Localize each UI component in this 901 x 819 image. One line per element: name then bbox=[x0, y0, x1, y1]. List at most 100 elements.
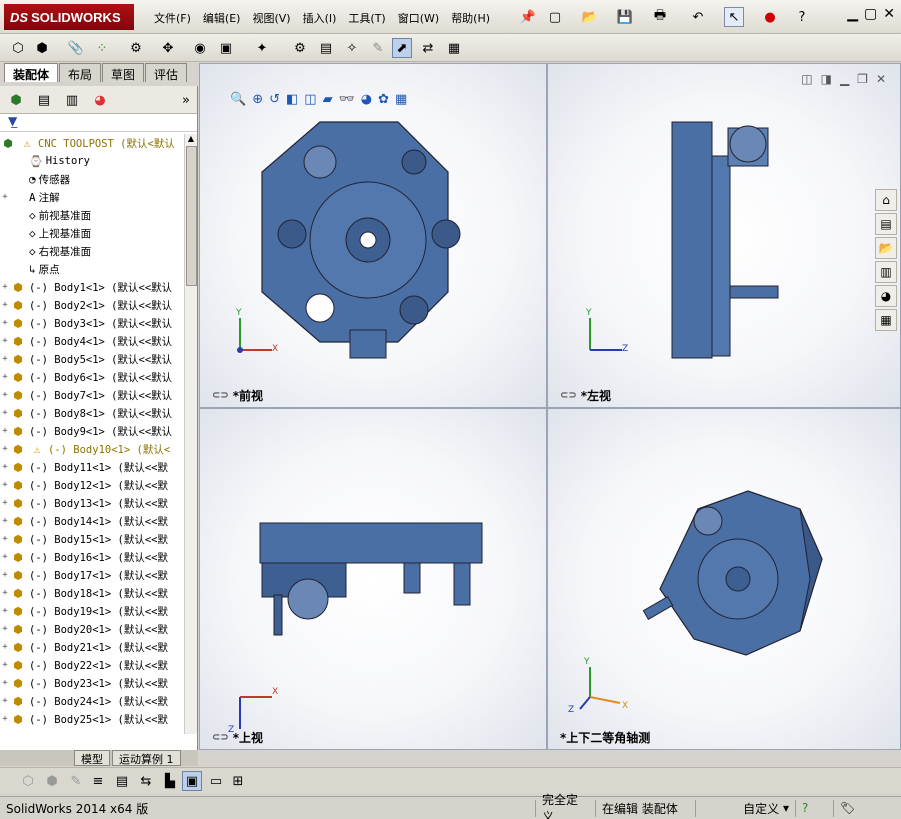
tree-item[interactable]: history-icon⌚History bbox=[0, 152, 184, 170]
save-icon[interactable]: 💾 bbox=[615, 7, 635, 27]
tree-body-item[interactable]: + ⬢ (-) Body13<1> (默认<<默 bbox=[0, 494, 184, 512]
viewport-front[interactable]: 🔍 ⊕ ↺ ◧ ◫ ▰ 👓 ◕ ✿ ▦ ⊂⊃ *前视 Y X bbox=[199, 63, 547, 408]
new-document-icon[interactable]: ▢ bbox=[545, 7, 565, 27]
expand-toggle[interactable]: + bbox=[0, 570, 10, 580]
expand-toggle[interactable]: + bbox=[0, 192, 10, 202]
smart-dimension-icon[interactable]: ⬡ bbox=[18, 771, 38, 791]
menu-edit[interactable]: 编辑(E) bbox=[197, 8, 247, 28]
tag-icon[interactable]: 🏷 bbox=[834, 800, 861, 817]
expand-toggle[interactable]: + bbox=[0, 588, 10, 598]
tab-motion-study[interactable]: 运动算例 1 bbox=[112, 750, 181, 766]
tree-item[interactable]: plane-icon◇前视基准面 bbox=[0, 206, 184, 224]
design-library-icon[interactable]: 📂 bbox=[875, 237, 897, 259]
expand-toggle[interactable]: + bbox=[0, 516, 10, 526]
expand-toggle[interactable]: + bbox=[0, 462, 10, 472]
shaded-view-icon[interactable]: ▣ bbox=[182, 771, 202, 791]
menu-insert[interactable]: 插入(I) bbox=[297, 8, 343, 28]
expand-toggle[interactable]: + bbox=[0, 660, 10, 670]
four-viewport-icon[interactable]: ⊞ bbox=[228, 771, 248, 791]
tree-body-item[interactable]: + ⬢ (-) Body2<1> (默认<<默认 bbox=[0, 296, 184, 314]
expand-toggle[interactable]: + bbox=[0, 444, 10, 454]
expand-toggle[interactable]: + bbox=[0, 372, 10, 382]
scroll-up-icon[interactable]: ▲ bbox=[185, 134, 197, 143]
graphics-area[interactable]: 🔍 ⊕ ↺ ◧ ◫ ▰ 👓 ◕ ✿ ▦ ⊂⊃ *前视 Y X ◫ ◨ ▁ ❐ ✕… bbox=[199, 63, 901, 750]
tree-item[interactable]: sensor-icon◔传感器 bbox=[0, 170, 184, 188]
grid-icon[interactable]: ▤ bbox=[112, 771, 132, 791]
scroll-thumb[interactable] bbox=[186, 146, 197, 286]
link-views-icon[interactable]: ⊂⊃ bbox=[212, 732, 229, 743]
tree-body-item[interactable]: + ⬢ (-) Body8<1> (默认<<默认 bbox=[0, 404, 184, 422]
expand-toggle[interactable]: + bbox=[0, 678, 10, 688]
tree-body-item[interactable]: + ⬢ (-) Body4<1> (默认<<默认 bbox=[0, 332, 184, 350]
tree-item[interactable]: +annotation-iconA注解 bbox=[0, 188, 184, 206]
expand-toggle[interactable]: + bbox=[0, 714, 10, 724]
custom-properties-icon[interactable]: ▦ bbox=[875, 309, 897, 331]
menu-tools[interactable]: 工具(T) bbox=[342, 8, 391, 28]
tab-sketch[interactable]: 草图 bbox=[102, 63, 145, 82]
tree-body-item[interactable]: + ⬢ (-) Body1<1> (默认<<默认 bbox=[0, 278, 184, 296]
viewport-isometric[interactable]: *上下二等角轴测 Y X Z bbox=[547, 408, 901, 750]
minimize-icon[interactable]: ▁ bbox=[847, 6, 858, 22]
tree-body-item[interactable]: + ⬢ (-) Body21<1> (默认<<默 bbox=[0, 638, 184, 656]
tab-assembly[interactable]: 装配体 bbox=[4, 63, 59, 82]
tree-body-item[interactable]: + ⬢ (-) Body23<1> (默认<<默 bbox=[0, 674, 184, 692]
pin-icon[interactable]: 📌 bbox=[518, 7, 538, 27]
expand-toggle[interactable]: + bbox=[0, 426, 10, 436]
appearances-icon[interactable]: ◕ bbox=[875, 285, 897, 307]
tree-body-item[interactable]: + ⬢ (-) Body6<1> (默认<<默认 bbox=[0, 368, 184, 386]
help-icon[interactable]: ? bbox=[796, 799, 834, 817]
expand-toggle[interactable]: + bbox=[0, 606, 10, 616]
rebuild-icon[interactable]: ⬢ bbox=[42, 771, 62, 791]
configuration-manager-icon[interactable]: ▥ bbox=[62, 90, 82, 110]
close-icon[interactable]: ✕ bbox=[883, 6, 895, 22]
bill-of-materials-icon[interactable]: ▤ bbox=[316, 38, 336, 58]
expand-toggle[interactable]: + bbox=[0, 354, 10, 364]
tree-filter[interactable]: ▼̲ bbox=[0, 114, 197, 132]
tree-item[interactable]: plane-icon◇上视基准面 bbox=[0, 224, 184, 242]
tree-body-item[interactable]: + ⬢ (-) Body5<1> (默认<<默认 bbox=[0, 350, 184, 368]
feature-manager-icon[interactable]: ⬢ bbox=[6, 90, 26, 110]
menu-window[interactable]: 窗口(W) bbox=[392, 8, 445, 28]
link-views-icon[interactable]: ⊂⊃ bbox=[560, 390, 577, 401]
assembly-features-icon[interactable]: ▣ bbox=[216, 38, 236, 58]
unit-system[interactable]: 自定义 ▾ bbox=[696, 799, 796, 817]
explode-line-icon[interactable]: ✎ bbox=[368, 38, 388, 58]
move-component-icon[interactable]: ✥ bbox=[158, 38, 178, 58]
expand-toggle[interactable]: + bbox=[0, 642, 10, 652]
exploded-view-icon[interactable]: ✧ bbox=[342, 38, 362, 58]
tree-body-item[interactable]: + ⬢ ⚠ (-) Body10<1> (默认< bbox=[0, 440, 184, 458]
expand-toggle[interactable]: + bbox=[0, 390, 10, 400]
insert-component-icon[interactable]: ⬡ bbox=[8, 38, 28, 58]
update-speedpak-icon[interactable]: ⇄ bbox=[418, 38, 438, 58]
menu-view[interactable]: 视图(V) bbox=[246, 8, 296, 28]
file-explorer-icon[interactable]: ▥ bbox=[875, 261, 897, 283]
tree-item[interactable]: plane-icon◇右视基准面 bbox=[0, 242, 184, 260]
expand-toggle[interactable]: + bbox=[0, 300, 10, 310]
open-folder-icon[interactable]: 📂 bbox=[580, 7, 600, 27]
traffic-light-icon[interactable]: ● bbox=[760, 7, 780, 27]
tree-body-item[interactable]: + ⬢ (-) Body19<1> (默认<<默 bbox=[0, 602, 184, 620]
lines-icon[interactable]: ≡ bbox=[88, 771, 108, 791]
show-hidden-icon[interactable]: ◉ bbox=[190, 38, 210, 58]
edit-component-icon[interactable]: ✎ bbox=[66, 771, 86, 791]
tree-body-item[interactable]: + ⬢ (-) Body20<1> (默认<<默 bbox=[0, 620, 184, 638]
tree-body-item[interactable]: + ⬢ (-) Body24<1> (默认<<默 bbox=[0, 692, 184, 710]
tree-body-item[interactable]: + ⬢ (-) Body17<1> (默认<<默 bbox=[0, 566, 184, 584]
tree-body-item[interactable]: + ⬢ (-) Body14<1> (默认<<默 bbox=[0, 512, 184, 530]
expand-toggle[interactable]: + bbox=[0, 624, 10, 634]
resources-icon[interactable]: ▤ bbox=[875, 213, 897, 235]
tree-body-item[interactable]: + ⬢ (-) Body11<1> (默认<<默 bbox=[0, 458, 184, 476]
expand-toggle[interactable]: + bbox=[0, 552, 10, 562]
expand-toggle[interactable]: + bbox=[0, 534, 10, 544]
tree-body-item[interactable]: + ⬢ (-) Body12<1> (默认<<默 bbox=[0, 476, 184, 494]
linear-pattern-icon[interactable]: ⁘ bbox=[92, 38, 112, 58]
property-manager-icon[interactable]: ▤ bbox=[34, 90, 54, 110]
link-views-icon[interactable]: ⊂⊃ bbox=[212, 390, 229, 401]
solidworks-logo[interactable]: DS SOLIDWORKS bbox=[4, 4, 134, 30]
single-viewport-icon[interactable]: ▭ bbox=[206, 771, 226, 791]
tab-layout[interactable]: 布局 bbox=[59, 63, 102, 82]
viewport-top[interactable]: ⊂⊃ *上视 X Z bbox=[199, 408, 547, 750]
home-icon[interactable]: ⌂ bbox=[875, 189, 897, 211]
expand-toggle[interactable]: + bbox=[0, 336, 10, 346]
tree-body-item[interactable]: + ⬢ (-) Body25<1> (默认<<默 bbox=[0, 710, 184, 728]
